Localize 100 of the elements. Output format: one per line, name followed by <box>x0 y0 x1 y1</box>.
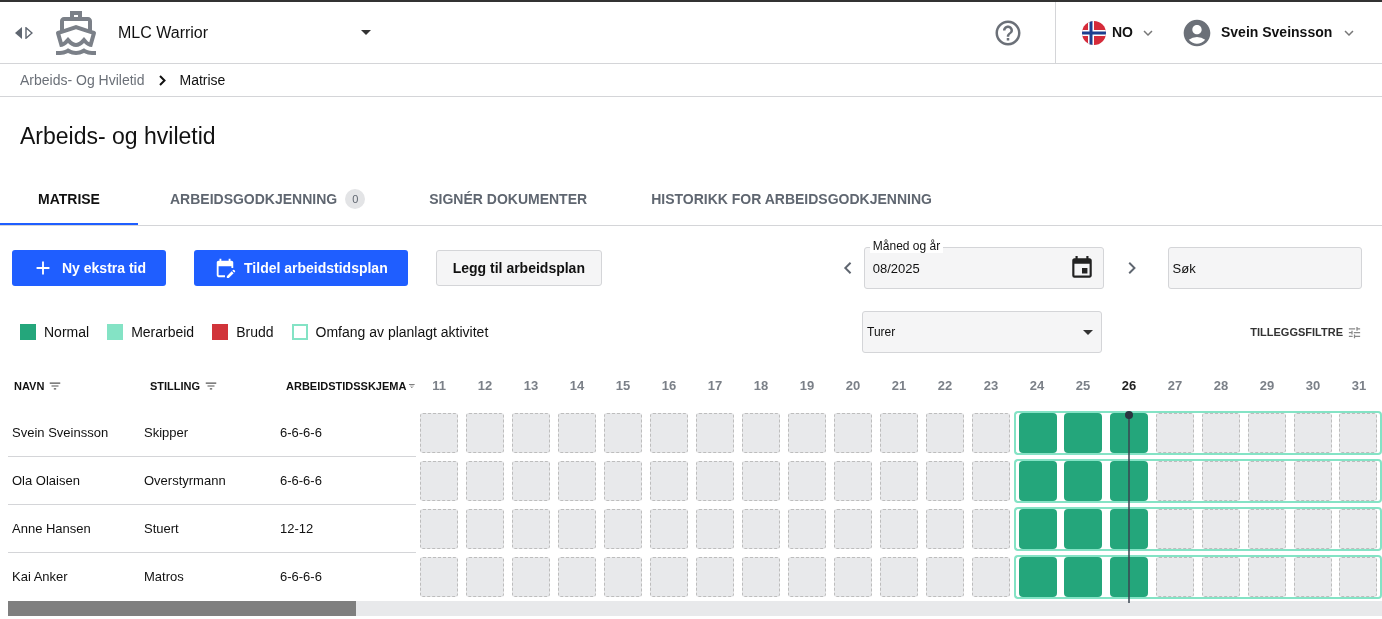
empty-day-cell[interactable] <box>650 557 688 597</box>
field-label: Måned og år <box>869 239 944 253</box>
dropdown-caret-icon[interactable] <box>1083 329 1093 335</box>
empty-day-cell[interactable] <box>558 461 596 501</box>
day-number: 12 <box>477 377 493 396</box>
empty-day-cell[interactable] <box>466 461 504 501</box>
empty-day-cell[interactable] <box>926 413 964 453</box>
empty-day-cell[interactable] <box>604 509 642 549</box>
day-number: 16 <box>661 377 677 396</box>
empty-day-cell[interactable] <box>788 557 826 597</box>
empty-day-cell[interactable] <box>512 461 550 501</box>
empty-day-cell[interactable] <box>880 461 918 501</box>
tab[interactable]: ARBEIDSGODKJENNING 0 <box>137 175 398 225</box>
legend-label: Omfang av planlagt aktivitet <box>315 322 489 342</box>
count-badge: 0 <box>345 189 366 209</box>
empty-day-cell[interactable] <box>696 461 734 501</box>
empty-day-cell[interactable] <box>650 461 688 501</box>
empty-day-cell[interactable] <box>512 509 550 549</box>
empty-day-cell[interactable] <box>696 509 734 549</box>
add-plan-button[interactable]: Legg til arbeidsplan <box>435 250 602 286</box>
dropdown-caret-icon[interactable] <box>361 30 371 35</box>
horizontal-scrollbar[interactable] <box>8 601 1382 616</box>
day-number: 28 <box>1213 377 1229 396</box>
empty-day-cell[interactable] <box>788 509 826 549</box>
empty-day-cell[interactable] <box>604 557 642 597</box>
day-number: 27 <box>1167 377 1183 396</box>
assign-schedule-button[interactable]: Tildel arbeidstidsplan <box>194 250 408 286</box>
table-cell-text: Anne Hansen <box>11 519 92 538</box>
empty-day-cell[interactable] <box>834 461 872 501</box>
empty-day-cell[interactable] <box>972 509 1010 549</box>
extra-filters-button[interactable]: TILLEGGSFILTRE <box>1250 323 1362 341</box>
day-number: 14 <box>569 377 585 396</box>
empty-day-cell[interactable] <box>420 413 458 453</box>
collapse-toggle-icon[interactable] <box>15 26 33 39</box>
empty-day-cell[interactable] <box>558 509 596 549</box>
tab[interactable]: MATRISE <box>0 175 138 225</box>
empty-day-cell[interactable] <box>604 413 642 453</box>
empty-day-cell[interactable] <box>650 413 688 453</box>
empty-day-cell[interactable] <box>512 413 550 453</box>
add-extra-time-button[interactable]: Ny ekstra tid <box>12 250 167 286</box>
empty-day-cell[interactable] <box>834 509 872 549</box>
empty-day-cell[interactable] <box>834 413 872 453</box>
table-cell-text: 6-6-6-6 <box>280 568 323 587</box>
empty-day-cell[interactable] <box>742 509 780 549</box>
day-number: 26 <box>1121 377 1137 396</box>
empty-day-cell[interactable] <box>466 557 504 597</box>
day-number: 23 <box>983 377 999 396</box>
empty-day-cell[interactable] <box>926 557 964 597</box>
empty-day-cell[interactable] <box>742 461 780 501</box>
day-number: 21 <box>891 377 907 396</box>
table-cell-text: Overstyrmann <box>144 471 227 490</box>
table-cell-text: Svein Sveinsson <box>11 423 110 442</box>
empty-day-cell[interactable] <box>696 413 734 453</box>
empty-day-cell[interactable] <box>420 461 458 501</box>
day-number: 29 <box>1259 377 1275 396</box>
empty-day-cell[interactable] <box>420 557 458 597</box>
empty-day-cell[interactable] <box>880 413 918 453</box>
empty-day-cell[interactable] <box>512 557 550 597</box>
empty-day-cell[interactable] <box>742 557 780 597</box>
column-header: STILLING <box>150 378 201 394</box>
day-number: 15 <box>615 377 631 396</box>
empty-day-cell[interactable] <box>558 413 596 453</box>
empty-day-cell[interactable] <box>558 557 596 597</box>
user-name[interactable]: Svein Sveinsson <box>1221 22 1333 43</box>
empty-day-cell[interactable] <box>834 557 872 597</box>
day-number: 25 <box>1075 377 1091 396</box>
empty-day-cell[interactable] <box>926 461 964 501</box>
empty-day-cell[interactable] <box>880 557 918 597</box>
empty-day-cell[interactable] <box>972 461 1010 501</box>
empty-day-cell[interactable] <box>788 461 826 501</box>
empty-day-cell[interactable] <box>788 413 826 453</box>
page-title: Arbeids- og hviletid <box>20 121 216 151</box>
empty-day-cell[interactable] <box>466 413 504 453</box>
tab[interactable]: HISTORIKK FOR ARBEIDSGODKJENNING <box>619 175 964 225</box>
empty-day-cell[interactable] <box>604 461 642 501</box>
empty-day-cell[interactable] <box>972 557 1010 597</box>
empty-day-cell[interactable] <box>880 509 918 549</box>
empty-day-cell[interactable] <box>420 509 458 549</box>
table-cell-text: Skipper <box>144 423 190 442</box>
empty-day-cell[interactable] <box>466 509 504 549</box>
legend-label: Brudd <box>236 322 274 342</box>
empty-day-cell[interactable] <box>650 509 688 549</box>
filter-sliders-icon <box>1347 324 1362 340</box>
tab[interactable]: SIGNÉR DOKUMENTER <box>397 175 620 225</box>
search-field[interactable]: Søk <box>1167 247 1362 289</box>
empty-day-cell[interactable] <box>742 413 780 453</box>
day-number: 31 <box>1351 377 1367 396</box>
trips-select[interactable]: Turer <box>862 311 1102 353</box>
language-code[interactable]: NO <box>1112 22 1133 43</box>
day-number: 20 <box>845 377 861 396</box>
empty-day-cell[interactable] <box>926 509 964 549</box>
breadcrumb-link[interactable]: Arbeids- Og Hviletid <box>20 69 145 91</box>
calendar-edit-icon <box>214 257 237 279</box>
empty-day-cell[interactable] <box>972 413 1010 453</box>
day-number: 19 <box>799 377 815 396</box>
legend-label: Merarbeid <box>131 322 195 342</box>
column-header: NAVN <box>14 378 45 394</box>
breadcrumb-current: Matrise <box>179 70 226 90</box>
empty-day-cell[interactable] <box>696 557 734 597</box>
day-number: 17 <box>707 377 723 396</box>
